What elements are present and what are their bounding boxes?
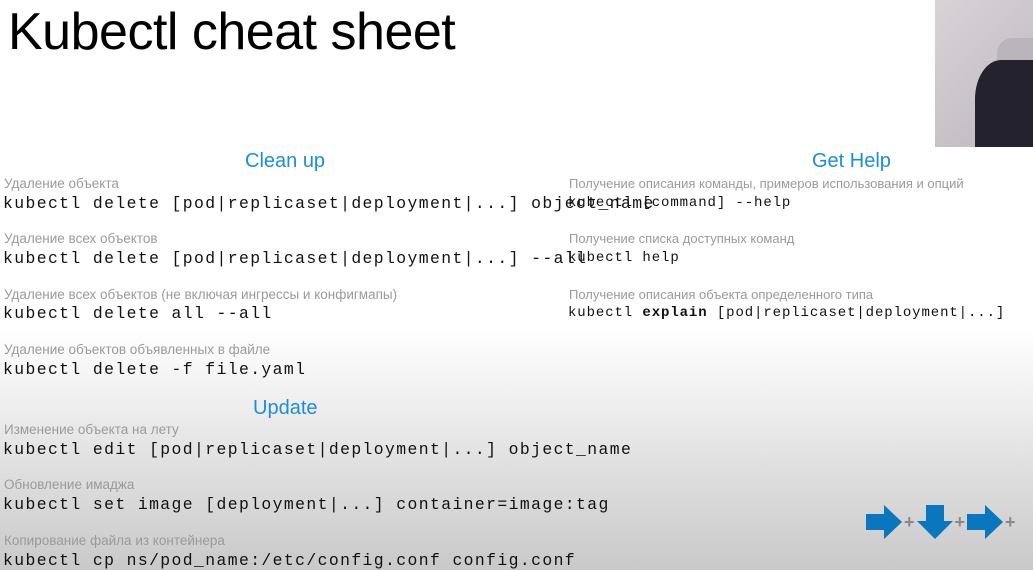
help-label-1: Получение описания команды, примеров исп… xyxy=(569,176,964,191)
help-heading: Get Help xyxy=(812,150,891,172)
cleanup-code-1: kubectl delete [pod|replicaset|deploymen… xyxy=(3,194,655,213)
plus-sign: + xyxy=(904,511,915,532)
help-label-2: Получение списка доступных команд xyxy=(569,231,795,246)
update-code-3: kubectl cp ns/pod_name:/etc/config.conf … xyxy=(3,551,577,570)
update-label-1: Изменение объекта на лету xyxy=(4,422,179,437)
cleanup-label-2: Удаление всех объектов xyxy=(4,231,158,246)
help-code-3: kubectl explain [pod|replicaset|deployme… xyxy=(568,305,1005,321)
slide-title: Kubectl cheat sheet xyxy=(8,3,456,61)
arrow-right-icon[interactable] xyxy=(866,505,902,539)
code-prefix: kubectl xyxy=(568,305,643,321)
update-heading: Update xyxy=(253,397,318,419)
code-explain: explain xyxy=(642,305,708,321)
cleanup-code-2: kubectl delete [pod|replicaset|deploymen… xyxy=(3,249,588,268)
arrow-right-icon[interactable] xyxy=(967,505,1004,539)
help-code-1: kubectl [command] --help xyxy=(568,195,792,211)
update-label-3: Копирование файла из контейнера xyxy=(4,533,225,548)
cleanup-heading: Clean up xyxy=(245,150,326,172)
code-suffix: [pod|replicaset|deployment|...] xyxy=(707,305,1006,321)
cleanup-label-3: Удаление всех объектов (не включая ингре… xyxy=(4,287,398,302)
help-label-3: Получение описания объекта определенного… xyxy=(569,287,874,302)
update-code-2: kubectl set image [deployment|...] conta… xyxy=(3,495,610,514)
update-code-1: kubectl edit [pod|replicaset|deployment|… xyxy=(3,440,633,459)
slide-nav-arrows: + + + xyxy=(866,505,1016,539)
webcam-person xyxy=(975,60,1033,147)
cleanup-code-3: kubectl delete all --all xyxy=(3,304,273,323)
webcam-overlay xyxy=(935,0,1033,147)
cleanup-code-4: kubectl delete -f file.yaml xyxy=(3,360,307,379)
plus-sign: + xyxy=(954,511,966,532)
help-code-2: kubectl help xyxy=(568,250,680,266)
plus-sign: + xyxy=(1005,511,1016,532)
cleanup-label-4: Удаление объектов объявленных в файле xyxy=(4,342,271,357)
cleanup-label-1: Удаление объекта xyxy=(4,176,119,191)
arrow-down-icon[interactable] xyxy=(916,505,953,539)
update-label-2: Обновление имаджа xyxy=(4,477,135,492)
